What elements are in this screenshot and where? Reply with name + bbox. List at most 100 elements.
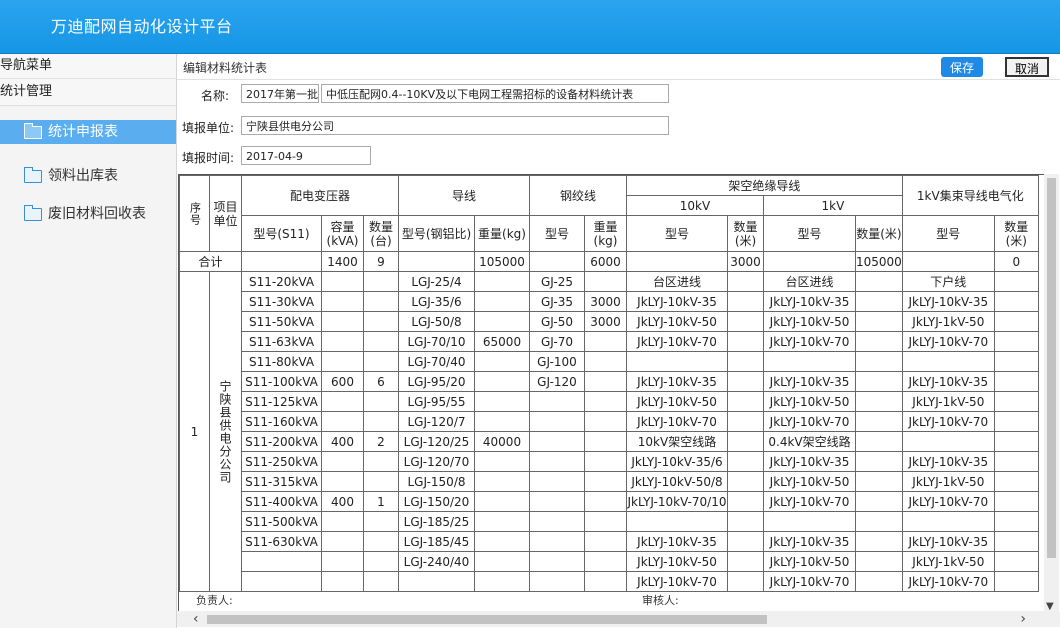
table-row[interactable]: S11-80kVA LGJ-70/40 GJ-100	[180, 351, 1039, 372]
table-cell[interactable]	[993, 571, 1039, 592]
table-row[interactable]: S11-30kVA LGJ-35/6 GJ-35 3000 JkLYJ-10kV-35 J…	[180, 291, 1039, 312]
table-cell[interactable]: GJ-100	[529, 351, 585, 372]
table-cell[interactable]: JkLYJ-10kV-50	[626, 391, 728, 412]
table-row[interactable]: S11-250kVA LGJ-120/70 JkLYJ-10kV-35/6 JkLYJ…	[180, 451, 1039, 472]
table-cell[interactable]	[727, 571, 764, 592]
table-cell[interactable]	[529, 471, 585, 492]
table-cell[interactable]	[584, 571, 627, 592]
table-cell[interactable]: S11-63kVA	[241, 331, 322, 352]
table-cell[interactable]	[584, 511, 627, 532]
table-cell[interactable]	[855, 531, 903, 552]
table-cell[interactable]: LGJ-120/7	[398, 411, 475, 432]
table-cell[interactable]	[727, 511, 764, 532]
table-cell[interactable]	[363, 471, 399, 492]
table-cell[interactable]	[626, 511, 728, 532]
table-cell[interactable]	[474, 411, 530, 432]
table-cell[interactable]	[321, 451, 364, 472]
date-field[interactable]: 2017-04-9	[241, 146, 371, 165]
table-cell[interactable]	[474, 471, 530, 492]
table-cell[interactable]	[321, 311, 364, 332]
table-cell[interactable]: LGJ-50/8	[398, 311, 475, 332]
table-cell[interactable]: 6	[363, 371, 399, 392]
table-cell[interactable]	[993, 391, 1039, 412]
table-cell[interactable]	[855, 431, 903, 452]
table-cell[interactable]	[901, 511, 995, 532]
table-cell[interactable]	[763, 351, 856, 372]
table-cell[interactable]: JkLYJ-10kV-50	[626, 551, 728, 572]
name-field[interactable]: 中低压配网0.4--10KV及以下电网工程需招标的设备材料统计表	[321, 84, 669, 103]
table-cell[interactable]: 3000	[584, 291, 627, 312]
table-cell[interactable]	[584, 491, 627, 512]
table-cell[interactable]	[529, 551, 585, 572]
table-cell[interactable]: JkLYJ-10kV-70	[763, 491, 856, 512]
table-cell[interactable]: S11-400kVA	[241, 491, 322, 512]
table-cell[interactable]	[363, 511, 399, 532]
table-cell[interactable]	[855, 311, 903, 332]
table-row[interactable]: JkLYJ-10kV-70 JkLYJ-10kV-70 JkLYJ-10kV-70	[180, 571, 1039, 592]
table-cell[interactable]	[993, 531, 1039, 552]
table-cell[interactable]	[855, 571, 903, 592]
table-cell[interactable]	[529, 491, 585, 512]
table-cell[interactable]: JkLYJ-10kV-70	[901, 411, 995, 432]
table-cell[interactable]	[993, 311, 1039, 332]
table-cell[interactable]	[474, 451, 530, 472]
table-cell[interactable]: 40000	[474, 431, 530, 452]
table-cell[interactable]	[993, 291, 1039, 312]
table-cell[interactable]	[993, 451, 1039, 472]
table-cell[interactable]	[474, 491, 530, 512]
table-row[interactable]: S11-160kVA LGJ-120/7 JkLYJ-10kV-70 JkLYJ-10…	[180, 411, 1039, 432]
table-cell[interactable]	[474, 271, 530, 292]
table-cell[interactable]	[474, 371, 530, 392]
table-cell[interactable]: 台区进线	[763, 271, 856, 292]
table-cell[interactable]	[727, 371, 764, 392]
table-cell[interactable]: S11-125kVA	[241, 391, 322, 412]
table-cell[interactable]	[584, 431, 627, 452]
table-cell[interactable]	[363, 451, 399, 472]
table-cell[interactable]	[529, 431, 585, 452]
table-row[interactable]: S11-200kVA 400 2 LGJ-120/25 40000 10kV架空线路 0.4…	[180, 431, 1039, 452]
table-cell[interactable]: GJ-25	[529, 271, 585, 292]
table-cell[interactable]: 2	[363, 431, 399, 452]
save-button[interactable]: 保存	[941, 57, 983, 77]
table-cell[interactable]: 1	[363, 491, 399, 512]
sidebar-item-stat-report[interactable]: 统计申报表	[0, 120, 176, 144]
table-row[interactable]: S11-63kVA LGJ-70/10 65000 GJ-70 JkLYJ-10kV-7…	[180, 331, 1039, 352]
table-cell[interactable]	[727, 391, 764, 412]
table-cell[interactable]: LGJ-35/6	[398, 291, 475, 312]
table-cell[interactable]	[584, 411, 627, 432]
table-cell[interactable]: LGJ-120/70	[398, 451, 475, 472]
unit-field[interactable]: 宁陕县供电分公司	[241, 116, 669, 135]
table-cell[interactable]: LGJ-70/40	[398, 351, 475, 372]
table-cell[interactable]	[321, 551, 364, 572]
table-cell[interactable]	[993, 471, 1039, 492]
table-row[interactable]: S11-630kVA LGJ-185/45 JkLYJ-10kV-35 JkLYJ-1…	[180, 531, 1039, 552]
table-cell[interactable]	[321, 571, 364, 592]
table-cell[interactable]: JkLYJ-10kV-70	[626, 571, 728, 592]
table-cell[interactable]: LGJ-240/40	[398, 551, 475, 572]
table-cell[interactable]	[727, 451, 764, 472]
table-cell[interactable]	[363, 311, 399, 332]
table-cell[interactable]	[855, 271, 903, 292]
table-cell[interactable]: JkLYJ-10kV-70	[763, 571, 856, 592]
table-cell[interactable]: JkLYJ-10kV-35	[901, 291, 995, 312]
table-cell[interactable]: JkLYJ-10kV-35	[626, 371, 728, 392]
table-cell[interactable]: LGJ-95/55	[398, 391, 475, 412]
table-cell[interactable]: JkLYJ-10kV-70	[901, 491, 995, 512]
table-cell[interactable]: JkLYJ-10kV-35	[901, 371, 995, 392]
table-cell[interactable]	[474, 551, 530, 572]
table-row[interactable]: S11-125kVA LGJ-95/55 JkLYJ-10kV-50 JkLYJ-10…	[180, 391, 1039, 412]
table-cell[interactable]: LGJ-185/45	[398, 531, 475, 552]
table-cell[interactable]	[474, 531, 530, 552]
table-cell[interactable]	[763, 511, 856, 532]
scroll-thumb[interactable]	[207, 615, 767, 624]
table-cell[interactable]: 10kV架空线路	[626, 431, 728, 452]
table-cell[interactable]: S11-500kVA	[241, 511, 322, 532]
table-cell[interactable]: LGJ-95/20	[398, 371, 475, 392]
table-row[interactable]: LGJ-240/40 JkLYJ-10kV-50 JkLYJ-10kV-50 JkLY…	[180, 551, 1039, 572]
table-cell[interactable]: JkLYJ-10kV-70	[763, 331, 856, 352]
table-cell[interactable]	[529, 391, 585, 412]
table-cell[interactable]	[529, 411, 585, 432]
table-cell[interactable]	[727, 471, 764, 492]
table-cell[interactable]	[474, 511, 530, 532]
table-cell[interactable]	[727, 551, 764, 572]
